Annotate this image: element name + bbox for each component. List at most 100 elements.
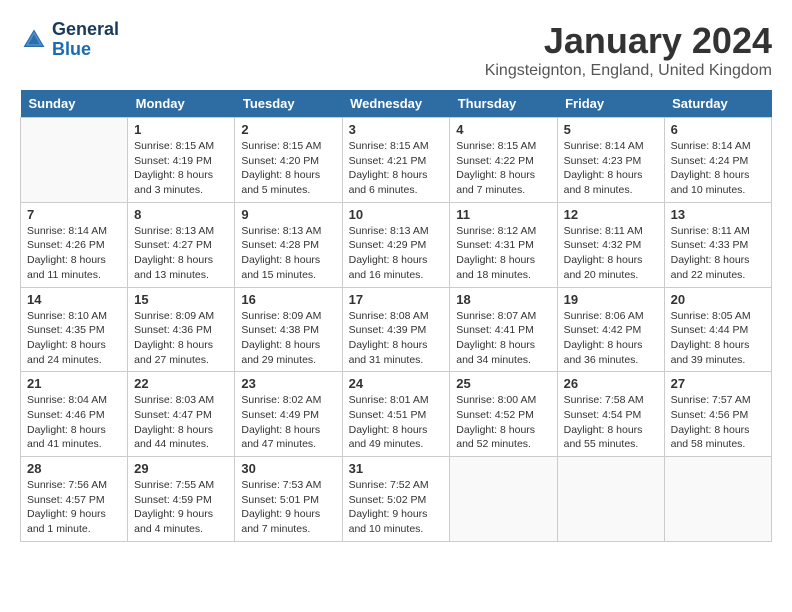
cell-content: Sunrise: 8:15 AM Sunset: 4:21 PM Dayligh… [349,139,444,198]
cell-content: Sunrise: 8:11 AM Sunset: 4:32 PM Dayligh… [564,224,658,283]
cell-content: Sunrise: 8:01 AM Sunset: 4:51 PM Dayligh… [349,393,444,452]
calendar-cell: 7 Sunrise: 8:14 AM Sunset: 4:26 PM Daylig… [21,202,128,287]
week-row-1: 1 Sunrise: 8:15 AM Sunset: 4:19 PM Daylig… [21,118,772,203]
day-header-sunday: Sunday [21,90,128,118]
calendar-cell: 25 Sunrise: 8:00 AM Sunset: 4:52 PM Dayli… [450,372,557,457]
date-number: 20 [671,292,765,307]
calendar-table: SundayMondayTuesdayWednesdayThursdayFrid… [20,90,772,542]
location-title: Kingsteignton, England, United Kingdom [485,62,772,80]
day-header-monday: Monday [128,90,235,118]
calendar-cell [450,457,557,542]
date-number: 1 [134,122,228,137]
cell-content: Sunrise: 8:03 AM Sunset: 4:47 PM Dayligh… [134,393,228,452]
calendar-cell: 5 Sunrise: 8:14 AM Sunset: 4:23 PM Daylig… [557,118,664,203]
date-number: 19 [564,292,658,307]
date-number: 3 [349,122,444,137]
date-number: 25 [456,376,550,391]
calendar-cell: 23 Sunrise: 8:02 AM Sunset: 4:49 PM Dayli… [235,372,342,457]
calendar-cell: 17 Sunrise: 8:08 AM Sunset: 4:39 PM Dayli… [342,287,450,372]
date-number: 27 [671,376,765,391]
day-header-saturday: Saturday [664,90,771,118]
calendar-cell: 2Sunrise: 8:15 AM Sunset: 4:20 PM Daylig… [235,118,342,203]
calendar-cell: 6 Sunrise: 8:14 AM Sunset: 4:24 PM Daylig… [664,118,771,203]
cell-content: Sunrise: 8:09 AM Sunset: 4:36 PM Dayligh… [134,309,228,368]
date-number: 30 [241,461,335,476]
date-number: 16 [241,292,335,307]
week-row-3: 14Sunrise: 8:10 AM Sunset: 4:35 PM Dayli… [21,287,772,372]
calendar-cell: 13 Sunrise: 8:11 AM Sunset: 4:33 PM Dayli… [664,202,771,287]
cell-content: Sunrise: 7:56 AM Sunset: 4:57 PM Dayligh… [27,478,121,537]
date-number: 26 [564,376,658,391]
date-number: 4 [456,122,550,137]
calendar-cell: 21 Sunrise: 8:04 AM Sunset: 4:46 PM Dayli… [21,372,128,457]
date-number: 17 [349,292,444,307]
cell-content: Sunrise: 7:58 AM Sunset: 4:54 PM Dayligh… [564,393,658,452]
calendar-cell: 20 Sunrise: 8:05 AM Sunset: 4:44 PM Dayli… [664,287,771,372]
header-row: SundayMondayTuesdayWednesdayThursdayFrid… [21,90,772,118]
cell-content: Sunrise: 8:14 AM Sunset: 4:24 PM Dayligh… [671,139,765,198]
calendar-cell [21,118,128,203]
cell-content: Sunrise: 8:10 AM Sunset: 4:35 PM Dayligh… [27,309,121,368]
calendar-cell: 15 Sunrise: 8:09 AM Sunset: 4:36 PM Dayli… [128,287,235,372]
date-number: 6 [671,122,765,137]
calendar-cell: 12 Sunrise: 8:11 AM Sunset: 4:32 PM Dayli… [557,202,664,287]
calendar-cell: 10 Sunrise: 8:13 AM Sunset: 4:29 PM Dayli… [342,202,450,287]
day-header-thursday: Thursday [450,90,557,118]
date-number: 10 [349,207,444,222]
cell-content: Sunrise: 8:13 AM Sunset: 4:27 PM Dayligh… [134,224,228,283]
cell-content: Sunrise: 7:53 AM Sunset: 5:01 PM Dayligh… [241,478,335,537]
calendar-cell: 30 Sunrise: 7:53 AM Sunset: 5:01 PM Dayli… [235,457,342,542]
day-header-tuesday: Tuesday [235,90,342,118]
cell-content: Sunrise: 8:05 AM Sunset: 4:44 PM Dayligh… [671,309,765,368]
cell-content: Sunrise: 8:13 AM Sunset: 4:28 PM Dayligh… [241,224,335,283]
cell-content: Sunrise: 7:52 AM Sunset: 5:02 PM Dayligh… [349,478,444,537]
date-number: 12 [564,207,658,222]
date-number: 15 [134,292,228,307]
date-number: 18 [456,292,550,307]
date-number: 24 [349,376,444,391]
week-row-4: 21 Sunrise: 8:04 AM Sunset: 4:46 PM Dayli… [21,372,772,457]
calendar-cell: 22 Sunrise: 8:03 AM Sunset: 4:47 PM Dayli… [128,372,235,457]
cell-content: Sunrise: 8:14 AM Sunset: 4:23 PM Dayligh… [564,139,658,198]
cell-content: Sunrise: 8:11 AM Sunset: 4:33 PM Dayligh… [671,224,765,283]
logo: General Blue [20,20,119,60]
calendar-cell: 16 Sunrise: 8:09 AM Sunset: 4:38 PM Dayli… [235,287,342,372]
calendar-cell: 1 Sunrise: 8:15 AM Sunset: 4:19 PM Daylig… [128,118,235,203]
page-header: General Blue January 2024 Kingsteignton,… [20,20,772,80]
cell-content: Sunrise: 8:13 AM Sunset: 4:29 PM Dayligh… [349,224,444,283]
cell-content: Sunrise: 8:14 AM Sunset: 4:26 PM Dayligh… [27,224,121,283]
calendar-cell: 3 Sunrise: 8:15 AM Sunset: 4:21 PM Daylig… [342,118,450,203]
month-title: January 2024 [485,20,772,62]
cell-content: Sunrise: 8:08 AM Sunset: 4:39 PM Dayligh… [349,309,444,368]
cell-content: Sunrise: 8:15 AM Sunset: 4:19 PM Dayligh… [134,139,228,198]
day-header-friday: Friday [557,90,664,118]
date-number: 22 [134,376,228,391]
cell-content: Sunrise: 7:55 AM Sunset: 4:59 PM Dayligh… [134,478,228,537]
cell-content: Sunrise: 8:00 AM Sunset: 4:52 PM Dayligh… [456,393,550,452]
date-number: 2 [241,122,335,137]
calendar-cell: 8Sunrise: 8:13 AM Sunset: 4:27 PM Daylig… [128,202,235,287]
date-number: 28 [27,461,121,476]
date-number: 5 [564,122,658,137]
calendar-cell: 19Sunrise: 8:06 AM Sunset: 4:42 PM Dayli… [557,287,664,372]
cell-content: Sunrise: 8:07 AM Sunset: 4:41 PM Dayligh… [456,309,550,368]
date-number: 9 [241,207,335,222]
calendar-cell [664,457,771,542]
cell-content: Sunrise: 8:02 AM Sunset: 4:49 PM Dayligh… [241,393,335,452]
date-number: 23 [241,376,335,391]
day-header-wednesday: Wednesday [342,90,450,118]
calendar-cell: 31 Sunrise: 7:52 AM Sunset: 5:02 PM Dayli… [342,457,450,542]
title-area: January 2024 Kingsteignton, England, Uni… [485,20,772,80]
cell-content: Sunrise: 8:09 AM Sunset: 4:38 PM Dayligh… [241,309,335,368]
date-number: 7 [27,207,121,222]
date-number: 31 [349,461,444,476]
calendar-cell: 11Sunrise: 8:12 AM Sunset: 4:31 PM Dayli… [450,202,557,287]
date-number: 21 [27,376,121,391]
date-number: 13 [671,207,765,222]
calendar-cell: 28 Sunrise: 7:56 AM Sunset: 4:57 PM Dayli… [21,457,128,542]
week-row-2: 7 Sunrise: 8:14 AM Sunset: 4:26 PM Daylig… [21,202,772,287]
calendar-cell: 9 Sunrise: 8:13 AM Sunset: 4:28 PM Daylig… [235,202,342,287]
cell-content: Sunrise: 8:04 AM Sunset: 4:46 PM Dayligh… [27,393,121,452]
date-number: 11 [456,207,550,222]
calendar-cell: 26 Sunrise: 7:58 AM Sunset: 4:54 PM Dayli… [557,372,664,457]
